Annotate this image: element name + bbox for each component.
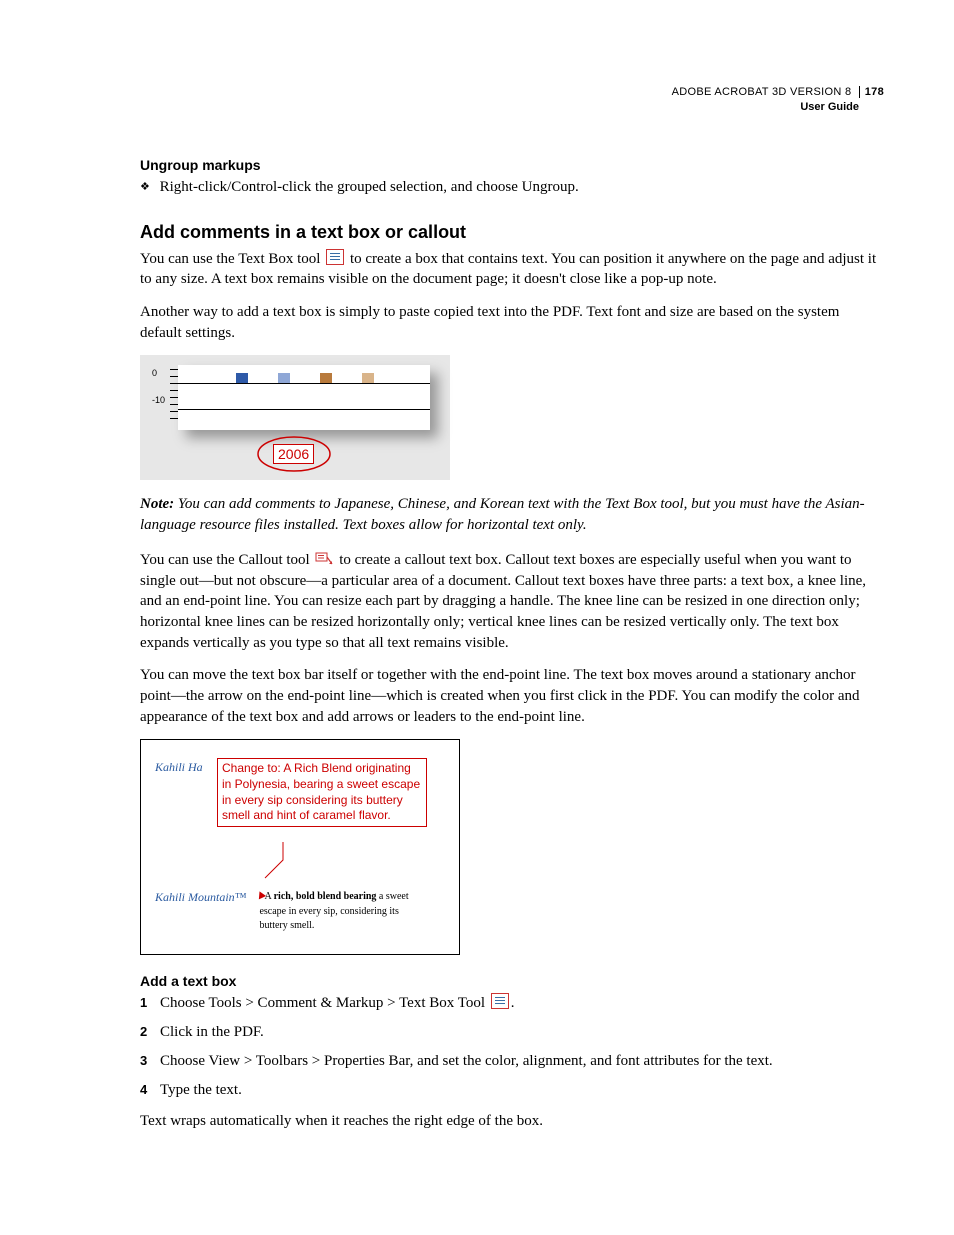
textbox-year: 2006 bbox=[273, 444, 314, 464]
section-heading: Add comments in a text box or callout bbox=[140, 222, 884, 243]
plot-area bbox=[178, 365, 430, 430]
section-para-1: You can use the Text Box tool to create … bbox=[140, 249, 884, 290]
page-number: 178 bbox=[859, 86, 884, 98]
callout-leader-line bbox=[263, 842, 303, 882]
callout-tool-icon bbox=[315, 552, 333, 566]
product-name: ADOBE ACROBAT 3D VERSION 8 bbox=[672, 86, 852, 98]
note-label: Note: bbox=[140, 496, 174, 512]
subheading-ungroup: Ungroup markups bbox=[140, 157, 884, 173]
note-text: You can add comments to Japanese, Chines… bbox=[140, 496, 865, 533]
step-4: 4 Type the text. bbox=[140, 1080, 884, 1101]
subheading-add-text-box: Add a text box bbox=[140, 973, 884, 989]
fig2-callout-box: Change to: A Rich Blend originating in P… bbox=[217, 758, 427, 826]
figure-callout-example: Kahili Ha Change to: A Rich Blend origin… bbox=[140, 739, 460, 955]
steps-list: 1 Choose Tools > Comment & Markup > Text… bbox=[140, 993, 884, 1101]
figure-textbox-example: 0 -10 2006 bbox=[140, 355, 450, 480]
step-3: 3 Choose View > Toolbars > Properties Ba… bbox=[140, 1051, 884, 1072]
fig2-label-kahili-ha: Kahili Ha bbox=[155, 760, 203, 775]
note-block: Note: You can add comments to Japanese, … bbox=[140, 494, 884, 535]
step-1: 1 Choose Tools > Comment & Markup > Text… bbox=[140, 993, 884, 1014]
header-subtitle: User Guide bbox=[140, 100, 884, 115]
text-box-tool-icon bbox=[491, 993, 509, 1009]
step-2: 2 Click in the PDF. bbox=[140, 1022, 884, 1043]
circled-annotation: 2006 bbox=[255, 434, 333, 474]
ungroup-instruction: ❖ Right-click/Control-click the grouped … bbox=[140, 177, 884, 198]
section-para-2: Another way to add a text box is simply … bbox=[140, 302, 884, 343]
tail-paragraph: Text wraps automatically when it reaches… bbox=[140, 1111, 884, 1132]
page-header: ADOBE ACROBAT 3D VERSION 8 178 User Guid… bbox=[140, 85, 884, 115]
text-box-tool-icon bbox=[326, 249, 344, 265]
callout-arrowhead-icon bbox=[256, 890, 266, 900]
callout-para-1: You can use the Callout tool to create a… bbox=[140, 550, 884, 653]
callout-para-2: You can move the text box bar itself or … bbox=[140, 665, 884, 727]
fig2-label-kahili-mountain: Kahili Mountain™ bbox=[155, 890, 246, 905]
fig2-body-text: A rich, bold blend bearing a sweet escap… bbox=[259, 890, 409, 934]
y-label-0: 0 bbox=[152, 368, 157, 378]
axis-ticks bbox=[170, 365, 178, 430]
ungroup-text: Right-click/Control-click the grouped se… bbox=[160, 179, 579, 195]
document-page: ADOBE ACROBAT 3D VERSION 8 178 User Guid… bbox=[0, 0, 954, 1204]
y-label-10: -10 bbox=[152, 395, 165, 405]
bullet-diamond-icon: ❖ bbox=[140, 180, 150, 195]
